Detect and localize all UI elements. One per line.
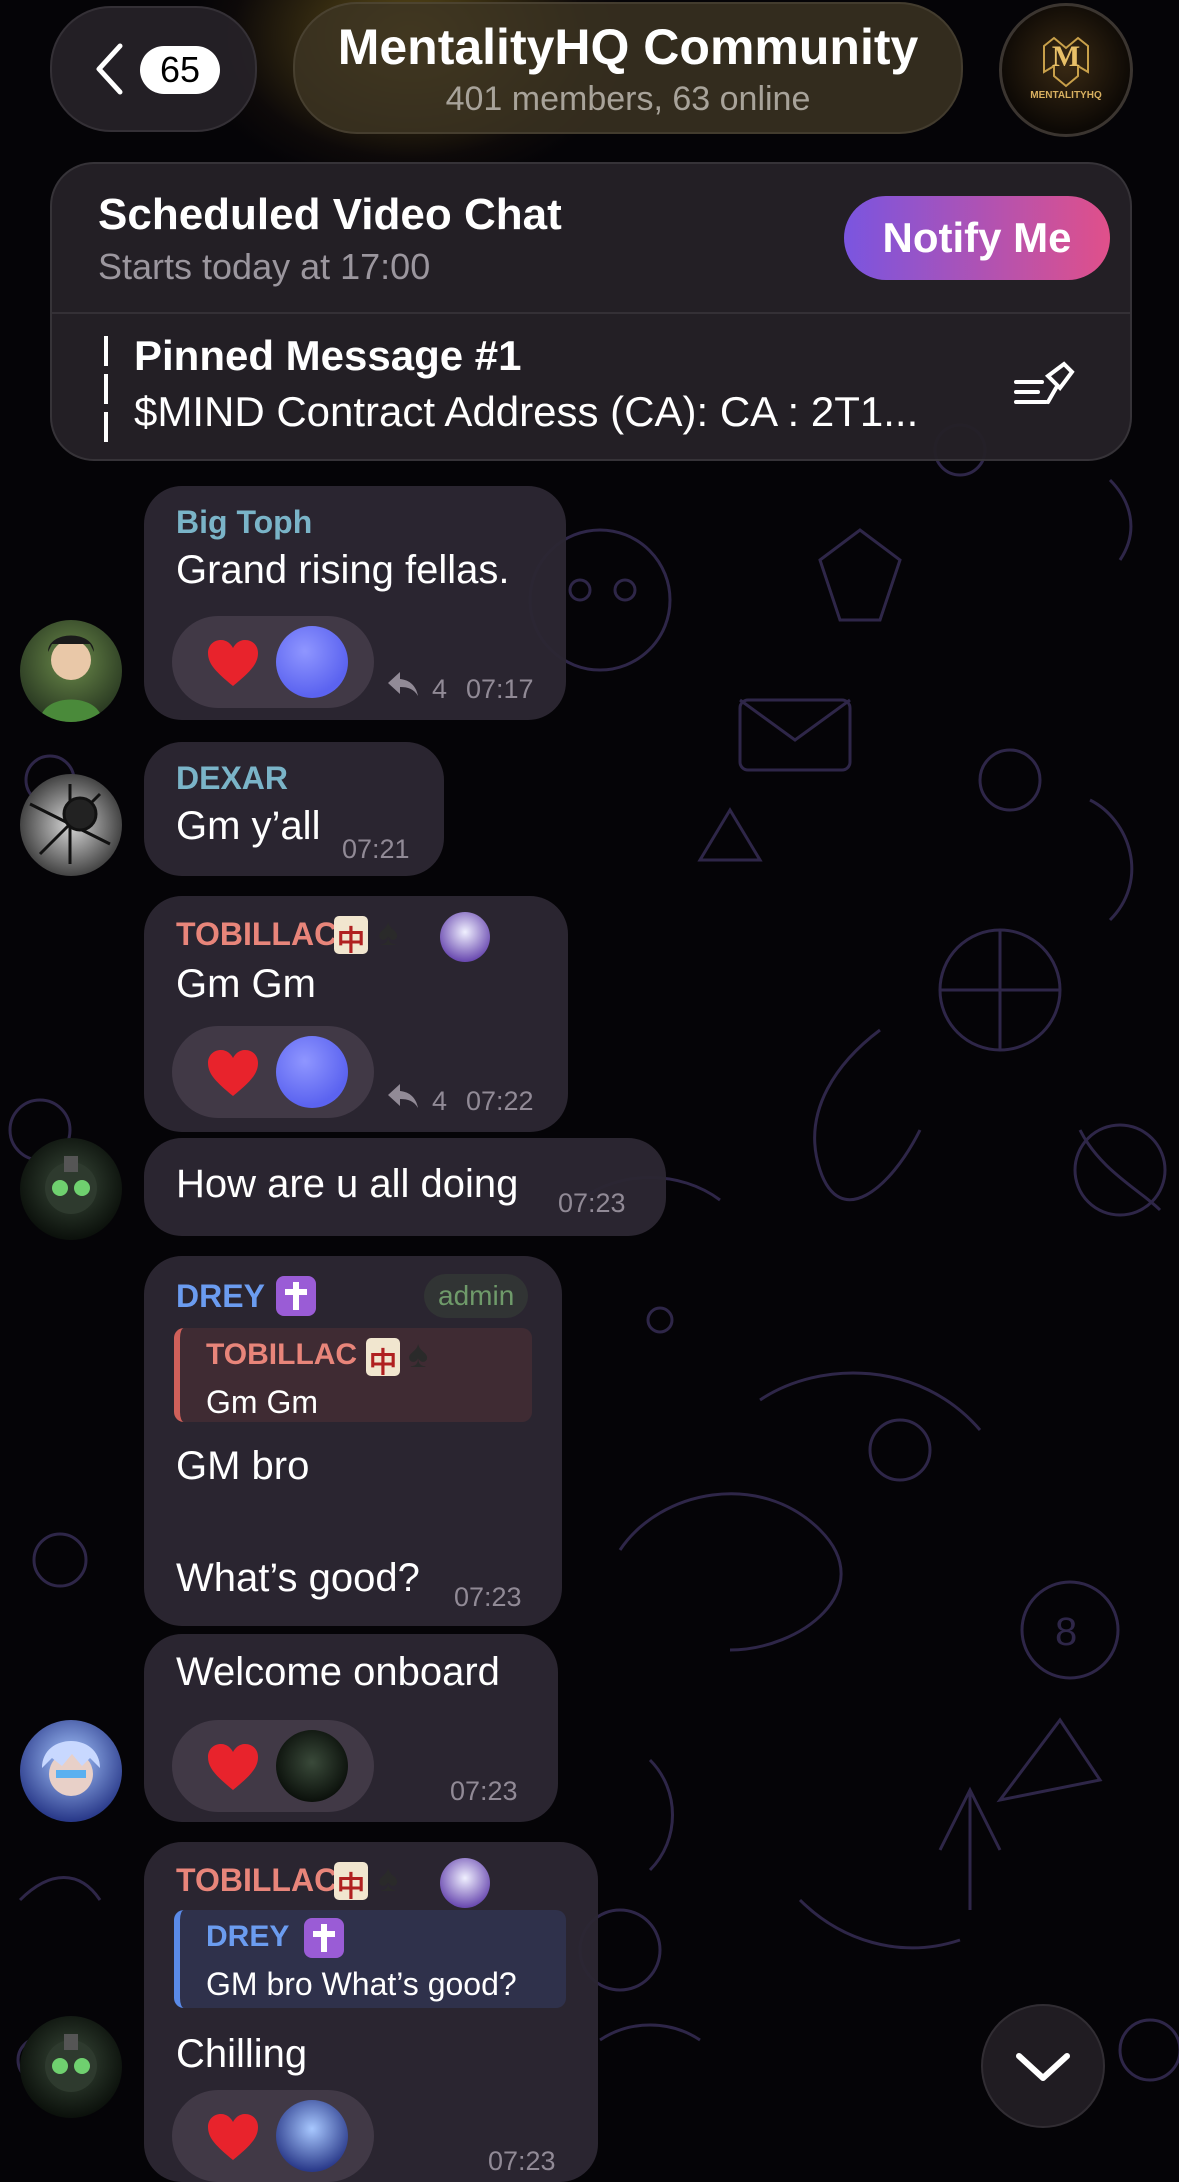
- mentality-logo-icon: M MENTALITYHQ: [1030, 36, 1102, 101]
- avatar-big-toph[interactable]: [20, 620, 122, 722]
- avatar-soldier[interactable]: [20, 2016, 122, 2118]
- video-chat-title: Scheduled Video Chat: [98, 190, 562, 239]
- message-time: 07:21: [342, 834, 410, 864]
- avatar-reaction-icon[interactable]: [276, 1730, 348, 1802]
- blue-circle-reaction-icon[interactable]: [276, 1036, 348, 1108]
- reply-quote[interactable]: TOBILLAC 中 ♠ Gm Gm: [174, 1328, 532, 1422]
- message-text: Gm Gm: [176, 962, 316, 1006]
- cross-emoji-icon: [276, 1276, 316, 1316]
- reply-icon: [388, 672, 418, 696]
- cross-emoji-icon: [304, 1918, 344, 1958]
- pinned-indicator: [104, 336, 108, 446]
- message-bubble[interactable]: TOBILLAC 中 ♠ Gm Gm 4 07:22: [144, 896, 568, 1132]
- chevron-left-icon: [96, 43, 123, 95]
- heart-reaction-icon[interactable]: [206, 2112, 260, 2162]
- sender-name: Big Toph: [176, 504, 313, 540]
- reactions: [172, 1026, 374, 1118]
- mahjong-emoji-icon: 中: [334, 916, 368, 956]
- pinned-list-icon[interactable]: [1012, 358, 1076, 418]
- reactions: [172, 616, 374, 708]
- message-text: What’s good?: [176, 1556, 420, 1600]
- mahjong-emoji-icon: 中: [334, 1862, 368, 1902]
- chat-subtitle: 401 members, 63 online: [445, 80, 811, 118]
- sender-name: DEXAR: [176, 760, 289, 796]
- message-text: GM bro: [176, 1444, 310, 1488]
- reply-icon: [388, 1084, 418, 1108]
- pinned-text: $MIND Contract Address (CA): CA : 2T1...: [134, 388, 919, 435]
- message-text: Chilling: [176, 2032, 308, 2076]
- sender-name: TOBILLAC: [176, 1862, 338, 1898]
- message-time: 07:17: [466, 674, 534, 704]
- reactions: [172, 1720, 374, 1812]
- message-time: 07:23: [450, 1776, 518, 1806]
- mahjong-emoji-icon: 中: [366, 1338, 400, 1378]
- spade-emoji-icon: ♠: [378, 1858, 399, 1900]
- notify-me-button[interactable]: Notify Me: [844, 196, 1110, 280]
- message-text: Welcome onboard: [176, 1650, 500, 1694]
- message-bubble[interactable]: TOBILLAC 中 ♠ DREY GM bro What’s good? Ch…: [144, 1842, 598, 2182]
- emoji-avatar-icon: [440, 1858, 490, 1908]
- message-bubble[interactable]: How are u all doing 07:23: [144, 1138, 666, 1236]
- chat-title-button[interactable]: MentalityHQ Community 401 members, 63 on…: [293, 2, 963, 134]
- sender-name: DREY: [176, 1278, 265, 1314]
- quote-sender: DREY: [206, 1920, 290, 1953]
- admin-badge: admin: [424, 1274, 529, 1318]
- avatar-soldier[interactable]: [20, 1138, 122, 1240]
- heart-reaction-icon[interactable]: [206, 1742, 260, 1792]
- spade-emoji-icon: ♠: [408, 1334, 429, 1376]
- message-text: How are u all doing: [176, 1162, 519, 1206]
- heart-reaction-icon[interactable]: [206, 638, 260, 688]
- group-avatar[interactable]: M MENTALITYHQ: [999, 3, 1133, 137]
- message-bubble[interactable]: Welcome onboard 07:23: [144, 1634, 558, 1822]
- sender-name: TOBILLAC: [176, 916, 338, 952]
- reply-count: 4: [432, 674, 448, 704]
- video-chat-subtitle: Starts today at 17:00: [98, 246, 431, 287]
- message-bubble[interactable]: DREY admin TOBILLAC 中 ♠ Gm Gm GM bro Wha…: [144, 1256, 562, 1626]
- avatar-dexar[interactable]: [20, 774, 122, 876]
- back-button[interactable]: 65: [50, 6, 257, 132]
- chat-title: MentalityHQ Community: [337, 19, 919, 75]
- pinned-title: Pinned Message #1: [134, 332, 522, 379]
- message-time: 07:23: [454, 1582, 522, 1612]
- message-bubble[interactable]: DEXAR Gm y’all 07:21: [144, 742, 444, 876]
- spade-emoji-icon: ♠: [378, 912, 399, 954]
- svg-text:8: 8: [1055, 1610, 1077, 1654]
- message-time: 07:23: [488, 2146, 556, 2176]
- message-text: Gm y’all: [176, 804, 321, 848]
- reply-count: 4: [432, 1086, 448, 1116]
- scroll-to-bottom-button[interactable]: [981, 2004, 1105, 2128]
- reactions: [172, 2090, 374, 2182]
- quote-text: GM bro What’s good?: [206, 1966, 517, 2002]
- quote-sender: TOBILLAC: [206, 1338, 358, 1371]
- svg-text:MENTALITYHQ: MENTALITYHQ: [1030, 90, 1102, 101]
- message-text: Grand rising fellas.: [176, 548, 510, 592]
- message-bubble[interactable]: Big Toph Grand rising fellas. 4 07:17: [144, 486, 566, 720]
- chevron-down-icon: [1016, 2053, 1070, 2081]
- unread-count-badge: 65: [140, 46, 220, 94]
- heart-reaction-icon[interactable]: [206, 1048, 260, 1098]
- pinned-panel: Scheduled Video Chat Starts today at 17:…: [50, 162, 1132, 461]
- message-time: 07:23: [558, 1188, 626, 1218]
- blue-circle-reaction-icon[interactable]: [276, 626, 348, 698]
- message-time: 07:22: [466, 1086, 534, 1116]
- divider: [52, 312, 1130, 314]
- emoji-avatar-icon: [440, 912, 490, 962]
- avatar-blue-hair[interactable]: [20, 1720, 122, 1822]
- avatar-reaction-icon[interactable]: [276, 2100, 348, 2172]
- reply-quote[interactable]: DREY GM bro What’s good?: [174, 1910, 566, 2008]
- quote-text: Gm Gm: [206, 1384, 318, 1420]
- svg-text:M: M: [1052, 40, 1080, 73]
